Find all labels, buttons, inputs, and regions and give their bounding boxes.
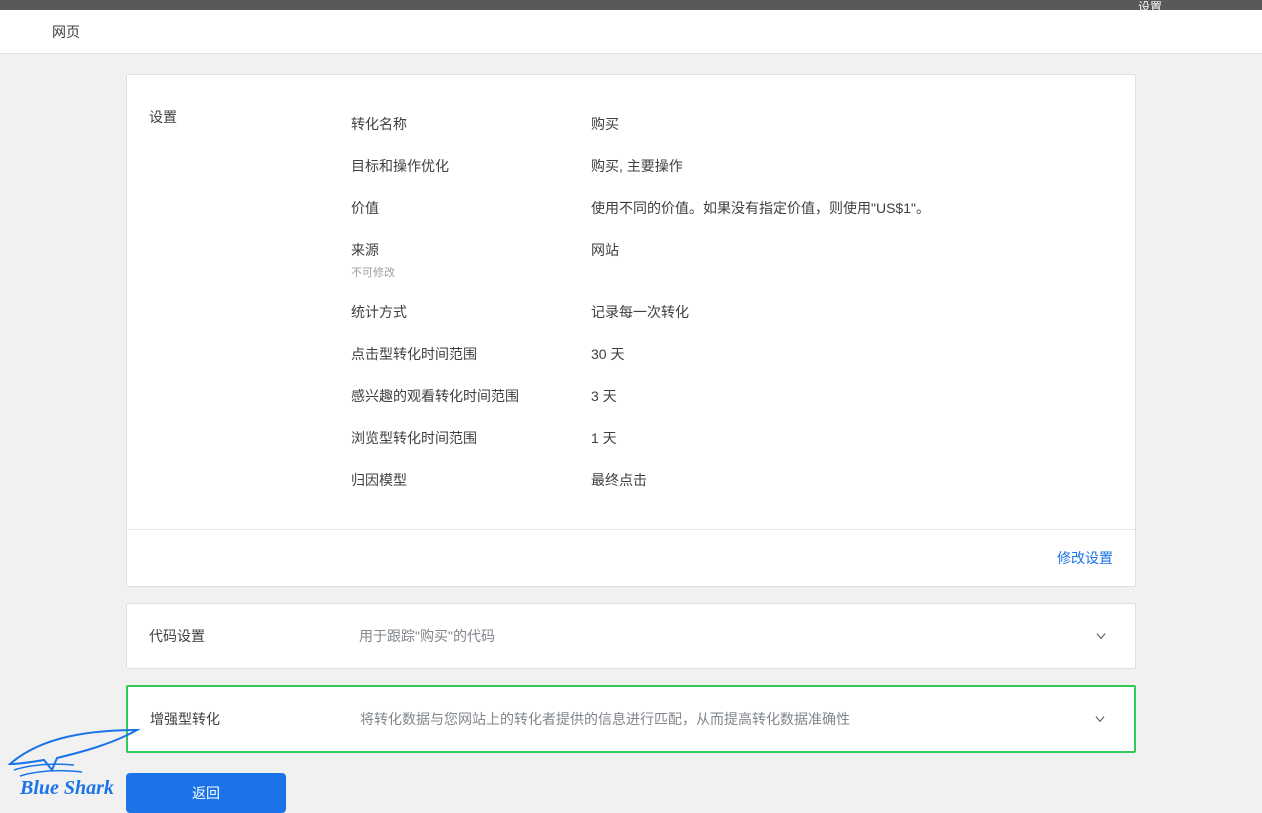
settings-row-value: 价值 使用不同的价值。如果没有指定价值，则使用"US$1"。	[351, 187, 1113, 229]
settings-label: 归因模型	[351, 470, 591, 490]
content-wrap: 设置 转化名称 购买 目标和操作优化 购买, 主要操作 价值 使用不同的价值。如…	[0, 54, 1262, 813]
settings-label: 价值	[351, 198, 591, 218]
settings-section-title: 设置	[149, 103, 351, 501]
settings-label: 目标和操作优化	[351, 156, 591, 176]
header-bar: 网页	[0, 10, 1262, 54]
top-bar-label: 设置	[1138, 0, 1162, 15]
bottom-actions: 返回	[126, 773, 1136, 813]
settings-label: 统计方式	[351, 302, 591, 322]
settings-card: 设置 转化名称 购买 目标和操作优化 购买, 主要操作 价值 使用不同的价值。如…	[126, 74, 1136, 587]
edit-settings-link[interactable]: 修改设置	[1057, 550, 1113, 566]
settings-row-engaged-view-window: 感兴趣的观看转化时间范围 3 天	[351, 375, 1113, 417]
shark-icon	[2, 710, 152, 780]
code-settings-description: 用于跟踪"购买"的代码	[359, 626, 1089, 646]
settings-row-count: 统计方式 记录每一次转化	[351, 291, 1113, 333]
settings-label-text: 来源	[351, 240, 591, 260]
settings-row-view-window: 浏览型转化时间范围 1 天	[351, 417, 1113, 459]
chevron-down-icon	[1089, 629, 1113, 643]
settings-label: 转化名称	[351, 114, 591, 134]
settings-label: 感兴趣的观看转化时间范围	[351, 386, 591, 406]
settings-label: 来源 不可修改	[351, 240, 591, 280]
page-title: 网页	[52, 22, 80, 42]
settings-value: 1 天	[591, 428, 1113, 448]
settings-label: 点击型转化时间范围	[351, 344, 591, 364]
settings-row-conversion-name: 转化名称 购买	[351, 103, 1113, 145]
brand-name: Blue Shark	[20, 777, 114, 800]
top-bar: 设置	[0, 0, 1262, 10]
settings-row-click-window: 点击型转化时间范围 30 天	[351, 333, 1113, 375]
settings-row-source: 来源 不可修改 网站	[351, 229, 1113, 291]
settings-value: 记录每一次转化	[591, 302, 1113, 322]
enhanced-conversions-title: 增强型转化	[150, 709, 360, 729]
brand-logo: Blue Shark	[2, 710, 152, 800]
settings-value: 购买, 主要操作	[591, 156, 1113, 176]
settings-value: 购买	[591, 114, 1113, 134]
chevron-down-icon	[1088, 712, 1112, 726]
code-settings-title: 代码设置	[149, 626, 359, 646]
settings-value: 30 天	[591, 344, 1113, 364]
settings-value: 最终点击	[591, 470, 1113, 490]
settings-label-sub: 不可修改	[351, 264, 591, 280]
settings-value: 3 天	[591, 386, 1113, 406]
settings-rows: 转化名称 购买 目标和操作优化 购买, 主要操作 价值 使用不同的价值。如果没有…	[351, 103, 1113, 501]
settings-footer: 修改设置	[127, 529, 1135, 586]
settings-value: 使用不同的价值。如果没有指定价值，则使用"US$1"。	[591, 198, 1113, 218]
settings-label: 浏览型转化时间范围	[351, 428, 591, 448]
settings-row-attribution: 归因模型 最终点击	[351, 459, 1113, 501]
code-settings-panel[interactable]: 代码设置 用于跟踪"购买"的代码	[126, 603, 1136, 669]
enhanced-conversions-panel[interactable]: 增强型转化 将转化数据与您网站上的转化者提供的信息进行匹配，从而提高转化数据准确…	[126, 685, 1136, 753]
settings-value: 网站	[591, 240, 1113, 280]
settings-row-goal-action: 目标和操作优化 购买, 主要操作	[351, 145, 1113, 187]
enhanced-conversions-description: 将转化数据与您网站上的转化者提供的信息进行匹配，从而提高转化数据准确性	[360, 709, 1088, 729]
